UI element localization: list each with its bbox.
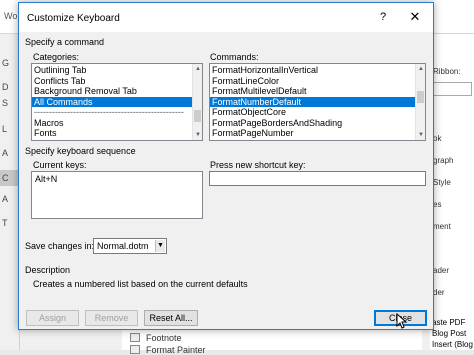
footnote-icon	[130, 333, 140, 342]
ribbon-list-item[interactable]: ok	[433, 134, 441, 143]
ribbon-list-item[interactable]: aste PDF	[432, 318, 465, 327]
remove-button[interactable]: Remove	[85, 310, 138, 326]
current-keys-label: Current keys:	[33, 160, 87, 170]
command-list-item[interactable]: Footnote	[130, 333, 182, 343]
chevron-down-icon[interactable]: ▼	[155, 240, 165, 252]
ribbon-list-item[interactable]: Style	[433, 178, 451, 187]
commands-scrollbar[interactable]: ▲ ▼	[415, 64, 425, 140]
scroll-thumb[interactable]	[194, 110, 201, 122]
command-item-selected[interactable]: FormatNumberDefault	[210, 96, 415, 107]
command-item[interactable]: FormatPageNumber	[210, 128, 415, 139]
sidebar-item[interactable]: G	[2, 58, 9, 68]
new-shortcut-label: Press new shortcut key:	[210, 160, 306, 170]
ribbon-list-item[interactable]: es	[433, 200, 441, 209]
current-key-item[interactable]: Alt+N	[32, 174, 202, 185]
scroll-up-icon[interactable]: ▲	[417, 65, 425, 73]
ribbon-list-item[interactable]: ader	[433, 266, 449, 275]
category-item[interactable]: Conflicts Tab	[32, 76, 192, 87]
category-item[interactable]: Background Removal Tab	[32, 86, 192, 97]
background-title: Wo	[4, 11, 18, 21]
save-changes-value: Normal.dotm	[97, 241, 149, 251]
category-item[interactable]: Macros	[32, 118, 192, 129]
sidebar-item[interactable]: D	[2, 82, 9, 92]
category-item-selected[interactable]: All Commands	[32, 96, 192, 107]
command-item[interactable]: FormatMultilevelDefault	[210, 86, 415, 97]
command-list-item[interactable]: Format Painter	[130, 345, 206, 355]
sidebar-item-selected[interactable]: C	[0, 170, 20, 186]
categories-label: Categories:	[33, 52, 80, 62]
ribbon-list-item[interactable]: graph	[433, 156, 453, 165]
save-changes-label: Save changes in:	[25, 241, 95, 251]
description-group-label: Description	[25, 265, 71, 275]
save-changes-select[interactable]: Normal.dotm ▼	[93, 238, 167, 254]
ribbon-list-item[interactable]: ment	[433, 222, 451, 231]
sidebar-item[interactable]: A	[2, 148, 8, 158]
ribbon-list-item[interactable]: Blog Post	[432, 329, 466, 338]
sidebar-item[interactable]: S	[2, 98, 8, 108]
sidebar-item[interactable]: L	[2, 124, 7, 134]
ribbon-list-item[interactable]: Insert (Blog Post)	[432, 340, 474, 349]
ribbon-combo[interactable]	[432, 82, 472, 96]
command-item[interactable]: FormatParagraph	[210, 139, 415, 141]
specify-command-group-label: Specify a command	[25, 37, 105, 47]
scroll-up-icon[interactable]: ▲	[194, 65, 202, 73]
background-right-panel: Ribbon: ok graph Style es ment ader der	[430, 34, 474, 350]
description-text: Creates a numbered list based on the cur…	[33, 279, 248, 289]
category-item[interactable]: Outlining Tab	[32, 65, 192, 76]
categories-listbox[interactable]: Outlining Tab Conflicts Tab Background Rem…	[31, 63, 203, 141]
assign-button[interactable]: Assign	[26, 310, 79, 326]
background-sidebar: G D S L A C A T	[0, 34, 20, 350]
current-keys-listbox[interactable]: Alt+N	[31, 171, 203, 219]
commands-label: Commands:	[210, 52, 259, 62]
category-item[interactable]: Fonts	[32, 128, 192, 139]
sidebar-item[interactable]: A	[2, 194, 8, 204]
category-item[interactable]: Building Blocks	[32, 139, 192, 141]
reset-all-button[interactable]: Reset All...	[144, 310, 198, 326]
command-item[interactable]: FormatPageBordersAndShading	[210, 118, 415, 129]
sidebar-item[interactable]: T	[2, 218, 8, 228]
scroll-thumb[interactable]	[417, 91, 424, 103]
scroll-down-icon[interactable]: ▼	[194, 131, 202, 139]
command-item[interactable]: FormatLineColor	[210, 76, 415, 87]
category-item[interactable]: ----------------------------------------…	[32, 107, 192, 118]
help-button[interactable]: ?	[380, 11, 386, 23]
command-item[interactable]: FormatObjectCore	[210, 107, 415, 118]
keyboard-sequence-group-label: Specify keyboard sequence	[25, 146, 136, 156]
new-shortcut-input[interactable]	[209, 171, 426, 186]
commands-listbox[interactable]: FormatHorizontalInVertical FormatLineColo…	[209, 63, 426, 141]
scroll-down-icon[interactable]: ▼	[417, 131, 425, 139]
customize-keyboard-dialog: Customize Keyboard ? ✕ Specify a command…	[18, 2, 434, 330]
dialog-titlebar: Customize Keyboard ? ✕	[19, 3, 433, 32]
dialog-title: Customize Keyboard	[27, 13, 120, 24]
command-item[interactable]: FormatHorizontalInVertical	[210, 65, 415, 76]
ribbon-list-item[interactable]: der	[433, 288, 445, 297]
categories-scrollbar[interactable]: ▲ ▼	[192, 64, 202, 140]
mouse-cursor-icon	[396, 313, 408, 329]
customize-ribbon-label: Ribbon:	[433, 67, 461, 76]
background-right-list: aste PDF Blog Post Insert (Blog Post)	[430, 316, 474, 350]
close-icon[interactable]: ✕	[408, 9, 422, 25]
